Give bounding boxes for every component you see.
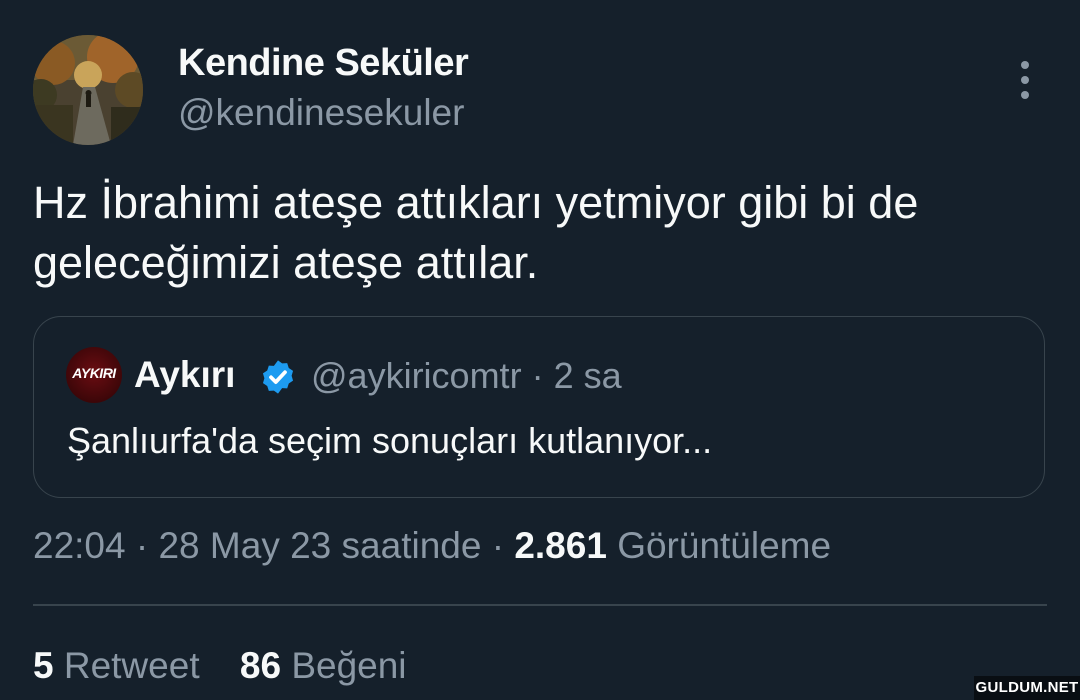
verified-badge-icon bbox=[262, 360, 294, 394]
tweet-time[interactable]: 22:04 bbox=[33, 525, 126, 566]
tweet-detail: Kendine Seküler @kendinesekuler Hz İbrah… bbox=[0, 0, 1080, 700]
tweet-text: Hz İbrahimi ateşe attıkları yetmiyor gib… bbox=[33, 177, 919, 288]
more-options-button[interactable] bbox=[1008, 58, 1042, 102]
views-label: Görüntüleme bbox=[617, 525, 832, 566]
quoted-tweet-meta: @aykiricomtr · 2 sa bbox=[311, 355, 622, 397]
retweets-count: 5 bbox=[33, 645, 54, 686]
avatar-photo bbox=[33, 35, 143, 145]
more-vertical-icon-dot bbox=[1021, 91, 1029, 99]
quoted-author-avatar[interactable]: AYKIRI bbox=[66, 347, 122, 403]
quoted-author-handle[interactable]: @aykiricomtr bbox=[311, 355, 522, 396]
more-vertical-icon-dot bbox=[1021, 76, 1029, 84]
more-vertical-icon bbox=[1021, 61, 1029, 69]
tweet-timestamp-row: 22:04 · 28 May 23 saatinde · 2.861 Görün… bbox=[33, 525, 831, 567]
retweets-stat[interactable]: 5 Retweet bbox=[33, 645, 200, 687]
meta-separator: · bbox=[491, 525, 505, 566]
tweet-date[interactable]: 28 May 23 saatinde bbox=[158, 525, 481, 566]
likes-label: Beğeni bbox=[291, 645, 407, 686]
divider bbox=[33, 604, 1047, 606]
author-avatar[interactable] bbox=[33, 35, 143, 145]
quoted-author-display-name[interactable]: Aykırı bbox=[134, 354, 235, 396]
author-display-name[interactable]: Kendine Seküler bbox=[178, 42, 469, 85]
watermark: GULDUM.NET bbox=[974, 676, 1080, 700]
engagement-stats: 5 Retweet 86 Beğeni bbox=[33, 645, 407, 687]
quoted-tweet-card[interactable]: AYKIRI Aykırı @aykiricomtr · 2 sa Şanlıu… bbox=[33, 316, 1045, 498]
likes-count: 86 bbox=[239, 645, 282, 686]
likes-stat[interactable]: 86 Beğeni bbox=[240, 645, 407, 687]
meta-separator: · bbox=[135, 525, 149, 566]
quoted-tweet-text: Şanlıurfa'da seçim sonuçları kutlanıyor.… bbox=[67, 420, 713, 461]
author-handle[interactable]: @kendinesekuler bbox=[178, 92, 464, 134]
retweets-label: Retweet bbox=[63, 645, 200, 686]
quoted-tweet-time[interactable]: 2 sa bbox=[554, 355, 622, 396]
quoted-avatar-logo-text: AYKIRI bbox=[72, 365, 116, 381]
views-count: 2.861 bbox=[514, 525, 607, 566]
meta-separator: · bbox=[531, 355, 544, 396]
